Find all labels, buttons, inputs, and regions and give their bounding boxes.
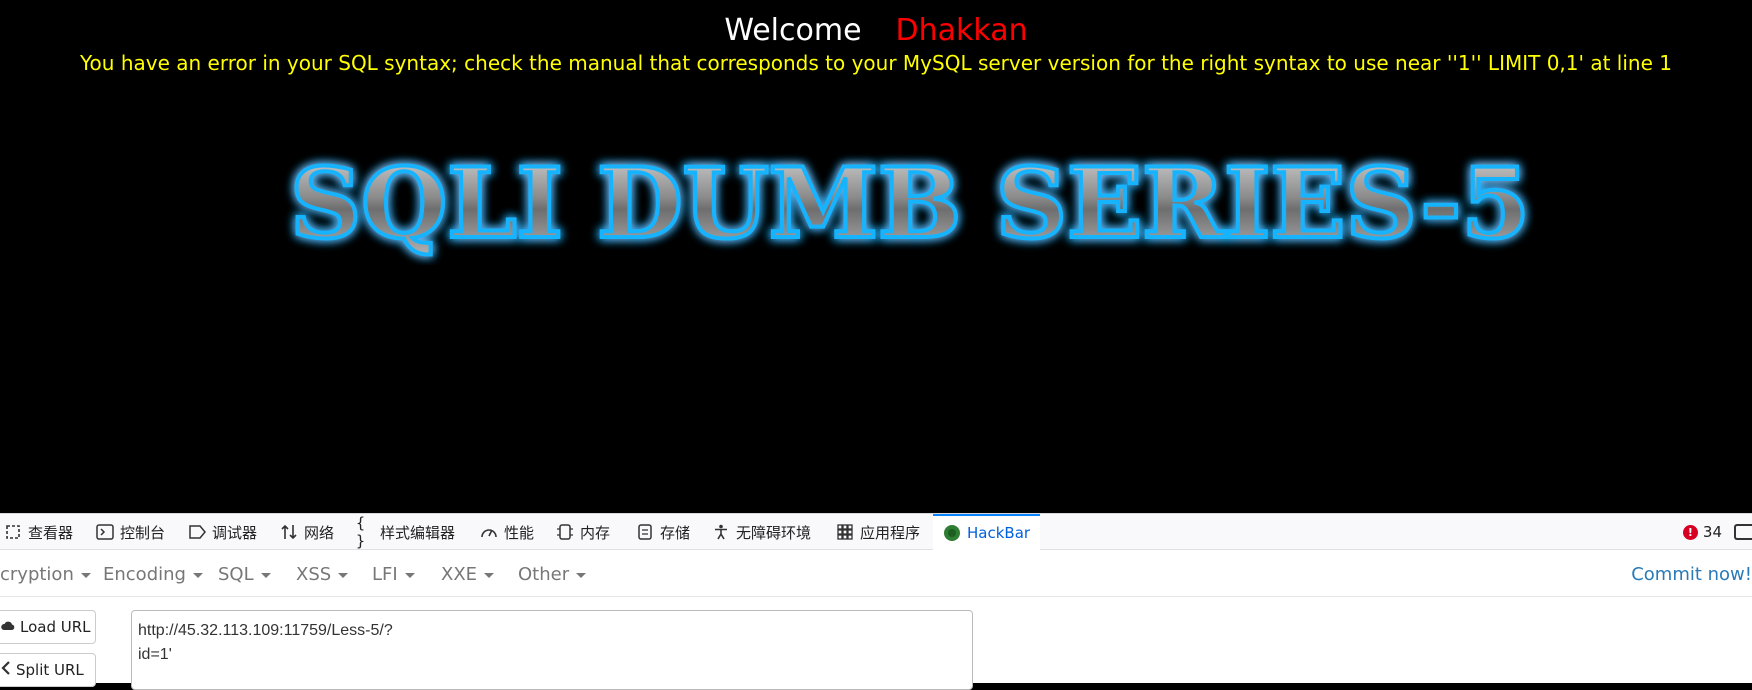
error-count: 34 [1702, 523, 1722, 541]
menu-other[interactable]: Other [518, 551, 587, 597]
devtools-tab-bar: 查看器 控制台 调试器 网络 { } 样式编辑器 性能 内存 存储 无障碍环境 … [0, 514, 1752, 550]
tab-console[interactable]: 控制台 [96, 514, 165, 550]
menu-xxe[interactable]: XXE [441, 551, 495, 597]
menu-lfi[interactable]: LFI [372, 551, 415, 597]
console-icon [96, 523, 114, 541]
username-text: Dhakkan [895, 13, 1028, 48]
tab-performance[interactable]: 性能 [480, 514, 534, 550]
devtools-panel: 查看器 控制台 调试器 网络 { } 样式编辑器 性能 内存 存储 无障碍环境 … [0, 513, 1752, 690]
tab-style-editor[interactable]: { } 样式编辑器 [356, 514, 455, 550]
caret-down-icon [338, 573, 349, 578]
tab-label: 调试器 [212, 523, 258, 542]
tab-label: 查看器 [28, 523, 74, 542]
menu-encoding[interactable]: Encoding [103, 551, 203, 597]
caret-down-icon [404, 573, 415, 578]
style-editor-icon: { } [356, 514, 366, 550]
menu-sql[interactable]: SQL [218, 551, 271, 597]
url-textarea[interactable]: http://45.32.113.109:11759/Less-5/? id=1… [131, 610, 973, 690]
tab-label: 网络 [304, 523, 335, 542]
split-url-button[interactable]: Split URL [0, 653, 96, 687]
error-icon: ! [1682, 524, 1698, 540]
caret-down-icon [192, 573, 203, 578]
tab-label: HackBar [967, 524, 1031, 542]
tab-label: 存储 [660, 523, 691, 542]
menu-encryption[interactable]: cryption [0, 551, 91, 597]
tab-label: 应用程序 [860, 523, 921, 542]
tab-application[interactable]: 应用程序 [836, 514, 920, 550]
tab-network[interactable]: 网络 [280, 514, 334, 550]
tab-debugger[interactable]: 调试器 [188, 514, 257, 550]
tab-label: 性能 [504, 523, 535, 542]
title-image-text: SQLI DUMB SERIES-5 [290, 147, 1530, 260]
storage-icon [636, 523, 654, 541]
tab-accessibility[interactable]: 无障碍环境 [712, 514, 811, 550]
commit-now-link[interactable]: Commit now! [1631, 551, 1752, 597]
debugger-icon [188, 523, 206, 541]
network-icon [280, 523, 298, 541]
sqli-dumb-series-title-image: SQLI DUMB SERIES-5 [280, 145, 1540, 265]
caret-down-icon [576, 573, 587, 578]
welcome-line: Welcome Dhakkan [0, 12, 1752, 50]
hackbar-menu: cryption Encoding SQL XSS LFI XXE Other … [0, 551, 1752, 597]
welcome-text: Welcome [724, 13, 862, 48]
inspector-icon [4, 523, 22, 541]
sqli-page: Welcome Dhakkan You have an error in your… [0, 0, 1752, 513]
dock-layout-icon[interactable] [1734, 524, 1752, 540]
tab-label: 内存 [580, 523, 611, 542]
application-icon [836, 523, 854, 541]
menu-xss[interactable]: XSS [296, 551, 349, 597]
performance-icon [480, 523, 498, 541]
accessibility-icon [712, 523, 730, 541]
load-url-button[interactable]: Load URL [0, 610, 96, 644]
chevron-left-icon [1, 661, 11, 679]
tab-hackbar[interactable]: HackBar [933, 514, 1041, 550]
caret-down-icon [80, 573, 91, 578]
tab-label: 控制台 [120, 523, 166, 542]
caret-down-icon [260, 573, 271, 578]
caret-down-icon [484, 573, 495, 578]
memory-icon [556, 523, 574, 541]
tab-label: 无障碍环境 [736, 523, 812, 542]
sql-error-message: You have an error in your SQL syntax; ch… [80, 51, 1672, 75]
tab-storage[interactable]: 存储 [636, 514, 690, 550]
tab-inspector[interactable]: 查看器 [4, 514, 73, 550]
error-counter[interactable]: ! 34 [1682, 514, 1722, 550]
tab-label: 样式编辑器 [380, 523, 456, 542]
cloud-download-icon [1, 618, 15, 636]
tab-memory[interactable]: 内存 [556, 514, 610, 550]
hackbar-icon [943, 524, 961, 542]
